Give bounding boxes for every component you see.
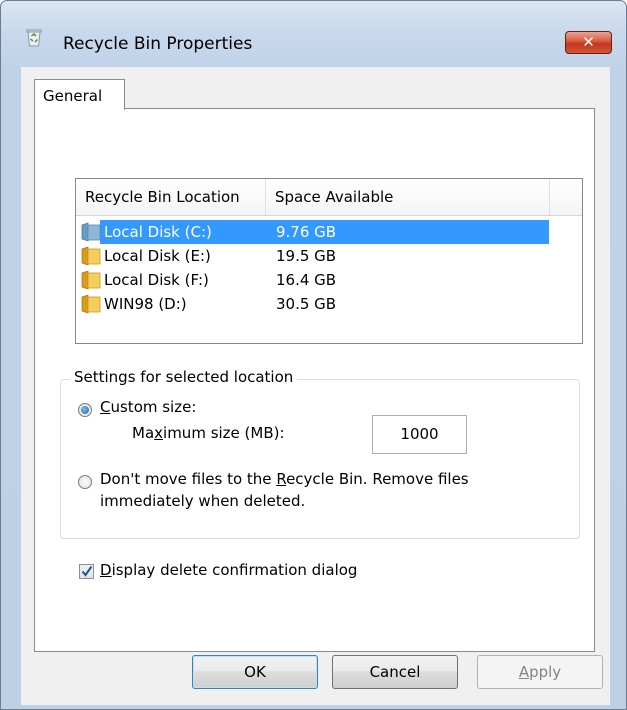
apply-button[interactable]: Apply	[477, 655, 603, 689]
space-cell: 16.4 GB	[276, 271, 337, 289]
settings-group-label: Settings for selected location	[70, 368, 298, 386]
list-item[interactable]: Local Disk (F:) 16.4 GB	[76, 268, 582, 292]
apply-label: pply	[529, 663, 562, 681]
custom-size-label-text: ustom size:	[110, 398, 197, 416]
tab-general[interactable]: General	[34, 79, 125, 110]
space-cell: 19.5 GB	[276, 247, 337, 265]
max-size-label-start: Ma	[132, 424, 155, 442]
location-cell: Local Disk (F:)	[104, 271, 209, 289]
cancel-button[interactable]: Cancel	[332, 655, 458, 689]
checkmark-icon	[81, 565, 93, 577]
window-title: Recycle Bin Properties	[63, 34, 253, 54]
max-size-label: Maximum size (MB):	[132, 424, 285, 442]
general-tab-page: Recycle Bin Location Space Available Loc…	[34, 108, 595, 652]
title-bar[interactable]: Recycle Bin Properties ✕	[1, 1, 626, 54]
column-header-space[interactable]: Space Available	[266, 179, 550, 215]
space-cell: 30.5 GB	[276, 295, 337, 313]
confirm-accesskey: D	[100, 561, 112, 579]
list-header: Recycle Bin Location Space Available	[76, 179, 582, 216]
list-item[interactable]: Local Disk (C:) 9.76 GB	[76, 220, 582, 244]
max-size-accesskey: x	[154, 424, 164, 442]
folder-icon	[81, 270, 101, 290]
confirm-delete-checkbox[interactable]	[79, 564, 94, 579]
dont-move-text-start: Don't move files to the	[100, 470, 277, 488]
tab-label: General	[43, 87, 103, 105]
dont-move-label-line2[interactable]: immediately when deleted.	[100, 492, 305, 510]
max-size-label-end: imum size (MB):	[163, 424, 285, 442]
dont-move-accesskey: R	[276, 470, 287, 488]
folder-icon	[81, 246, 101, 266]
max-size-value: 1000	[400, 425, 439, 443]
recycle-bin-location-list[interactable]: Recycle Bin Location Space Available Loc…	[75, 178, 583, 344]
dialog-window: Recycle Bin Properties ✕ General Recycle…	[0, 0, 627, 710]
dont-move-label-line1[interactable]: Don't move files to the Recycle Bin. Rem…	[100, 470, 469, 488]
space-cell: 9.76 GB	[276, 223, 337, 241]
drive-icon	[81, 222, 101, 242]
dont-move-text-end: ecycle Bin. Remove files	[286, 470, 469, 488]
list-item[interactable]: Local Disk (E:) 19.5 GB	[76, 244, 582, 268]
custom-size-radio[interactable]	[78, 403, 92, 417]
column-header-location[interactable]: Recycle Bin Location	[76, 179, 266, 215]
custom-size-accesskey: C	[100, 398, 111, 416]
location-cell: WIN98 (D:)	[104, 295, 187, 313]
dont-move-radio[interactable]	[78, 475, 92, 489]
confirm-label-text: isplay delete confirmation dialog	[111, 561, 358, 579]
confirm-delete-label[interactable]: Display delete confirmation dialog	[100, 561, 357, 579]
custom-size-label[interactable]: Custom size:	[100, 398, 196, 416]
close-icon: ✕	[582, 33, 595, 51]
folder-icon	[81, 294, 101, 314]
dialog-client-area: General Recycle Bin Location Space Avail…	[21, 67, 610, 705]
location-cell: Local Disk (C:)	[104, 223, 212, 241]
ok-button[interactable]: OK	[192, 655, 318, 689]
list-item[interactable]: WIN98 (D:) 30.5 GB	[76, 292, 582, 316]
max-size-input[interactable]: 1000	[372, 415, 467, 454]
close-button[interactable]: ✕	[565, 31, 612, 54]
location-cell: Local Disk (E:)	[104, 247, 211, 265]
recycle-bin-icon	[26, 29, 42, 47]
apply-accesskey: A	[518, 663, 530, 681]
